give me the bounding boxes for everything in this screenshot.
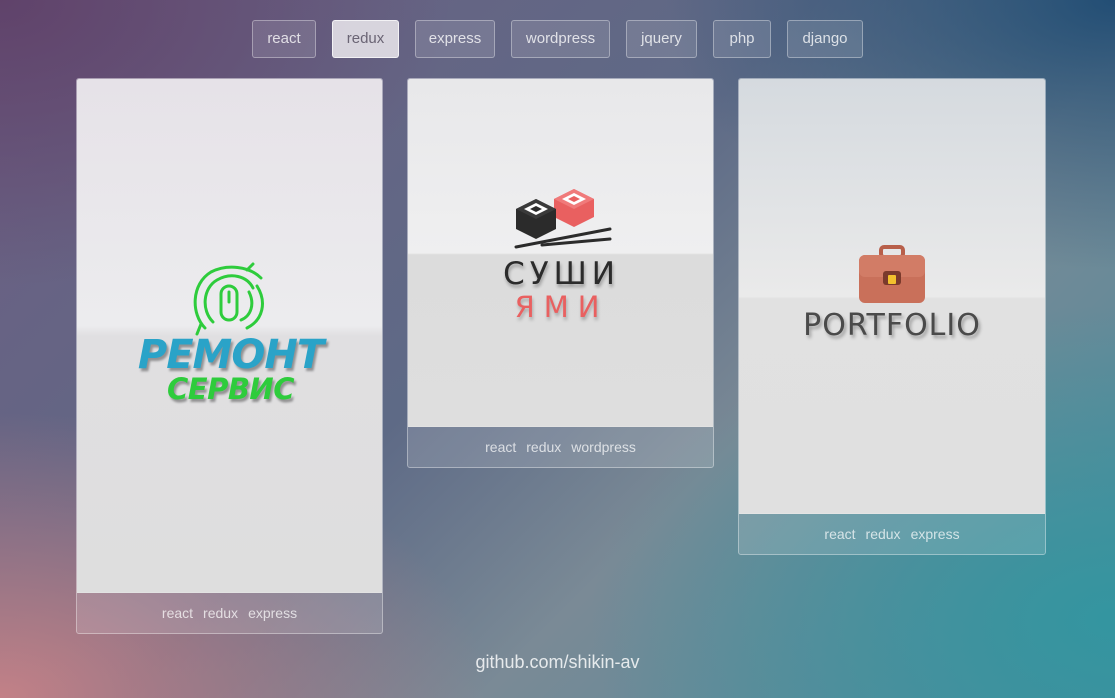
project-card-portfolio[interactable]: PORTFOLIO react redux express: [738, 78, 1046, 555]
filter-express-button[interactable]: express: [415, 20, 495, 58]
logo-subtitle: СЕРВИС: [166, 372, 295, 406]
project-preview-image: РЕМОНТ СЕРВИС: [77, 79, 382, 593]
tag-label: redux: [526, 438, 562, 455]
project-tags: react redux wordpress: [408, 426, 713, 467]
tag-label: redux: [203, 604, 239, 621]
project-tags: react redux express: [77, 592, 382, 633]
sushi-rolls-chopsticks-icon: [514, 189, 612, 249]
briefcase-icon: [859, 245, 925, 303]
filter-react-button[interactable]: react: [252, 20, 316, 58]
tag-label: express: [248, 604, 298, 621]
tag-label: wordpress: [571, 438, 636, 455]
filter-jquery-button[interactable]: jquery: [626, 20, 697, 58]
tag-label: react: [485, 438, 517, 455]
tag-label: redux: [865, 525, 901, 542]
project-preview-image: PORTFOLIO: [739, 79, 1045, 514]
tag-label: react: [161, 604, 194, 621]
filter-php-button[interactable]: php: [713, 20, 771, 58]
filter-redux-button[interactable]: redux: [332, 20, 399, 58]
project-tags: react redux express: [739, 513, 1045, 554]
phone-target-icon: [193, 262, 264, 336]
logo-title: СУШИ: [503, 256, 620, 292]
github-link[interactable]: github.com/shikin-av: [0, 652, 1115, 673]
tag-label: express: [910, 525, 960, 542]
tag-label: react: [824, 525, 856, 542]
logo-subtitle: ЯМИ: [514, 290, 609, 324]
filter-wordpress-button[interactable]: wordpress: [511, 20, 610, 58]
project-card-remont-servis[interactable]: РЕМОНТ СЕРВИС react redux express: [76, 78, 383, 634]
technology-filter-bar: react redux express wordpress jquery php…: [0, 20, 1115, 58]
project-preview-image: СУШИ ЯМИ: [408, 79, 713, 427]
filter-django-button[interactable]: django: [787, 20, 863, 58]
logo-title: PORTFOLIO: [803, 308, 981, 343]
project-card-sushi-yami[interactable]: СУШИ ЯМИ react redux wordpress: [407, 78, 714, 468]
